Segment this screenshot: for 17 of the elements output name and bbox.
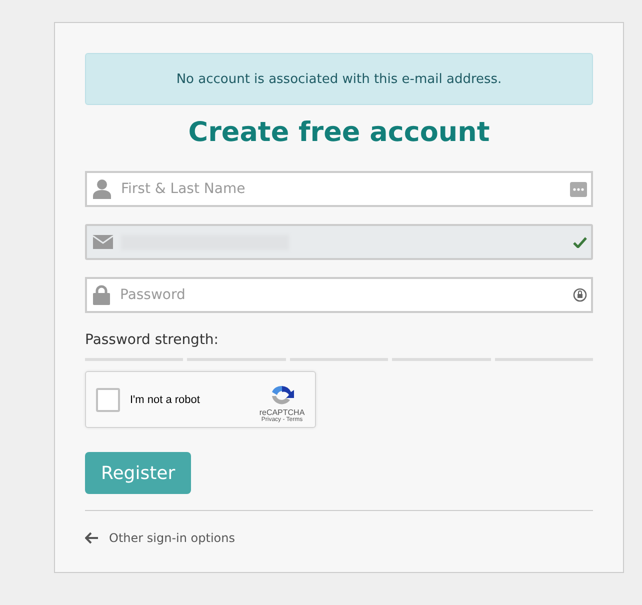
text-input[interactable]: First & Last Name (119, 180, 562, 198)
text-input[interactable]: Password (118, 286, 565, 304)
envelope-icon (93, 235, 113, 249)
strength-label: Password strength: (85, 332, 220, 348)
recaptcha-label: reCAPTCHA (259, 408, 305, 417)
page-title: Create free account (187, 116, 491, 150)
checkbox-label: I'm not a robot (130, 394, 201, 406)
person-icon (93, 179, 111, 199)
other-options-link[interactable]: Other sign-in options (109, 531, 235, 545)
input-field[interactable]: First & Last Name (85, 171, 593, 207)
alert-message: No account is associated with this e-mail address. (85, 53, 593, 105)
input-field[interactable]: Password (85, 277, 593, 313)
back-arrow-icon[interactable] (85, 532, 99, 544)
password-manager-icon[interactable] (573, 288, 587, 302)
ellipsis-icon[interactable] (570, 182, 587, 196)
lock-icon (93, 285, 110, 305)
checkbox[interactable] (96, 388, 120, 412)
